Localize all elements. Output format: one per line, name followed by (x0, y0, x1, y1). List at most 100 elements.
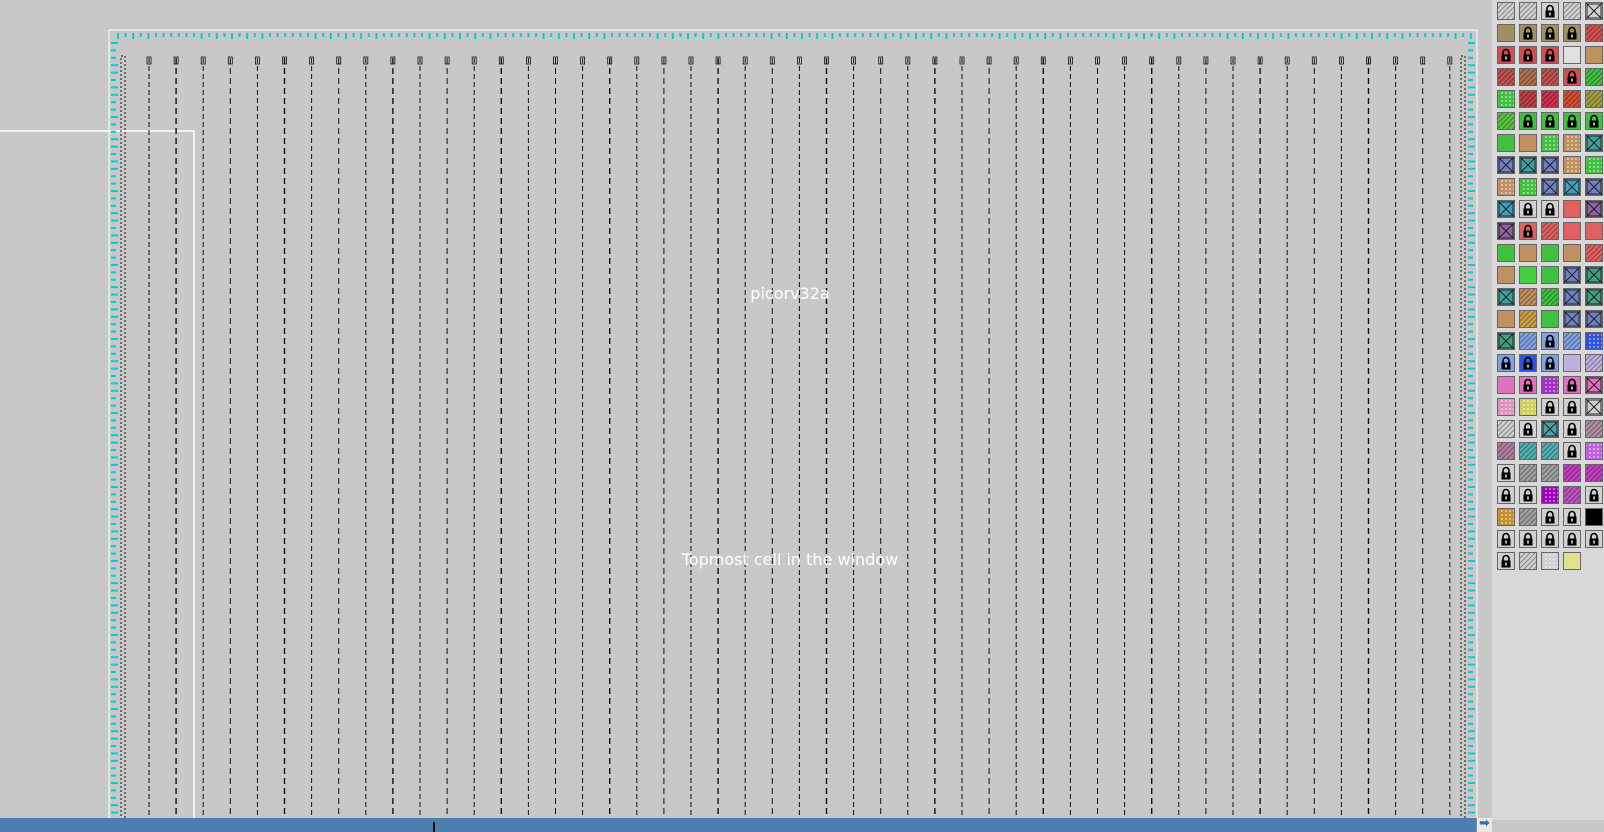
layer-swatch[interactable] (1519, 420, 1537, 438)
layer-palette[interactable] (1492, 0, 1604, 820)
layer-swatch[interactable] (1585, 68, 1603, 86)
layer-swatch[interactable] (1519, 508, 1537, 526)
layer-swatch[interactable] (1541, 376, 1559, 394)
layer-swatch[interactable] (1519, 156, 1537, 174)
layer-swatch[interactable] (1497, 90, 1515, 108)
layer-swatch[interactable] (1497, 530, 1515, 548)
layer-swatch[interactable] (1563, 530, 1581, 548)
layer-swatch[interactable] (1541, 244, 1559, 262)
layer-swatch[interactable] (1519, 332, 1537, 350)
layer-swatch[interactable] (1585, 134, 1603, 152)
layer-swatch[interactable] (1541, 112, 1559, 130)
layer-swatch[interactable] (1541, 288, 1559, 306)
layer-swatch[interactable] (1563, 288, 1581, 306)
layer-swatch[interactable] (1497, 508, 1515, 526)
layer-swatch[interactable] (1541, 134, 1559, 152)
layer-swatch[interactable] (1519, 376, 1537, 394)
layer-swatch[interactable] (1497, 68, 1515, 86)
layer-swatch[interactable] (1497, 442, 1515, 460)
layer-swatch[interactable] (1585, 244, 1603, 262)
layer-swatch[interactable] (1563, 200, 1581, 218)
layer-swatch[interactable] (1541, 508, 1559, 526)
layer-swatch[interactable] (1563, 68, 1581, 86)
layer-swatch[interactable] (1585, 24, 1603, 42)
layer-swatch[interactable] (1519, 464, 1537, 482)
layer-swatch[interactable] (1497, 398, 1515, 416)
layer-swatch[interactable] (1585, 442, 1603, 460)
layer-swatch[interactable] (1497, 288, 1515, 306)
layer-swatch[interactable] (1585, 2, 1603, 20)
layer-swatch[interactable] (1563, 222, 1581, 240)
layer-swatch[interactable] (1585, 420, 1603, 438)
layer-swatch[interactable] (1541, 266, 1559, 284)
layer-swatch[interactable] (1497, 244, 1515, 262)
layer-swatch[interactable] (1497, 178, 1515, 196)
layer-swatch[interactable] (1541, 178, 1559, 196)
layer-swatch[interactable] (1541, 464, 1559, 482)
layer-swatch[interactable] (1497, 134, 1515, 152)
layer-swatch[interactable] (1519, 530, 1537, 548)
layer-swatch[interactable] (1541, 90, 1559, 108)
layer-swatch[interactable] (1519, 68, 1537, 86)
layer-swatch[interactable] (1563, 112, 1581, 130)
layout-drawing[interactable] (0, 0, 1492, 820)
layer-swatch[interactable] (1519, 178, 1537, 196)
layer-swatch[interactable] (1519, 24, 1537, 42)
layer-swatch[interactable] (1497, 552, 1515, 570)
layer-swatch[interactable] (1497, 354, 1515, 372)
layer-swatch[interactable] (1519, 442, 1537, 460)
layer-swatch[interactable] (1541, 46, 1559, 64)
layer-swatch[interactable] (1585, 398, 1603, 416)
layer-swatch[interactable] (1585, 464, 1603, 482)
layer-swatch[interactable] (1563, 90, 1581, 108)
layer-swatch[interactable] (1497, 266, 1515, 284)
layer-swatch[interactable] (1563, 178, 1581, 196)
layer-swatch[interactable] (1585, 486, 1603, 504)
layer-swatch[interactable] (1519, 310, 1537, 328)
layer-swatch[interactable] (1519, 552, 1537, 570)
layer-swatch[interactable] (1497, 376, 1515, 394)
layer-swatch[interactable] (1541, 332, 1559, 350)
layer-swatch[interactable] (1585, 156, 1603, 174)
layer-swatch[interactable] (1497, 2, 1515, 20)
layer-swatch[interactable] (1585, 508, 1603, 526)
layer-swatch[interactable] (1541, 530, 1559, 548)
layer-swatch[interactable] (1563, 376, 1581, 394)
horizontal-scrollbar[interactable] (0, 818, 1476, 832)
layer-swatch[interactable] (1519, 90, 1537, 108)
layer-swatch[interactable] (1585, 178, 1603, 196)
layer-swatch[interactable] (1541, 24, 1559, 42)
layer-swatch[interactable] (1541, 200, 1559, 218)
layer-swatch[interactable] (1541, 310, 1559, 328)
layer-swatch[interactable] (1497, 486, 1515, 504)
layer-swatch[interactable] (1563, 464, 1581, 482)
layer-swatch[interactable] (1585, 288, 1603, 306)
layer-swatch[interactable] (1563, 552, 1581, 570)
layer-swatch[interactable] (1519, 222, 1537, 240)
layer-swatch[interactable] (1563, 354, 1581, 372)
layer-swatch[interactable] (1519, 354, 1537, 372)
layer-swatch[interactable] (1497, 156, 1515, 174)
layer-swatch[interactable] (1519, 134, 1537, 152)
layer-swatch[interactable] (1563, 2, 1581, 20)
layer-swatch[interactable] (1563, 508, 1581, 526)
scroll-right-button[interactable]: ➡ (1476, 816, 1492, 832)
layer-swatch[interactable] (1563, 420, 1581, 438)
layer-swatch[interactable] (1519, 486, 1537, 504)
layer-swatch[interactable] (1519, 266, 1537, 284)
layer-swatch[interactable] (1563, 266, 1581, 284)
layer-swatch[interactable] (1497, 310, 1515, 328)
layer-swatch[interactable] (1585, 354, 1603, 372)
layer-swatch[interactable] (1519, 46, 1537, 64)
layer-swatch[interactable] (1497, 464, 1515, 482)
layer-swatch[interactable] (1519, 288, 1537, 306)
layer-swatch[interactable] (1497, 200, 1515, 218)
layer-swatch[interactable] (1497, 420, 1515, 438)
layer-swatch[interactable] (1563, 24, 1581, 42)
layer-swatch[interactable] (1585, 530, 1603, 548)
layer-swatch[interactable] (1585, 200, 1603, 218)
layout-canvas[interactable]: picorv32a Topmost cell in the window (0, 0, 1492, 820)
scrollbar-thumb[interactable] (433, 822, 435, 832)
layer-swatch[interactable] (1563, 442, 1581, 460)
layer-swatch[interactable] (1541, 68, 1559, 86)
